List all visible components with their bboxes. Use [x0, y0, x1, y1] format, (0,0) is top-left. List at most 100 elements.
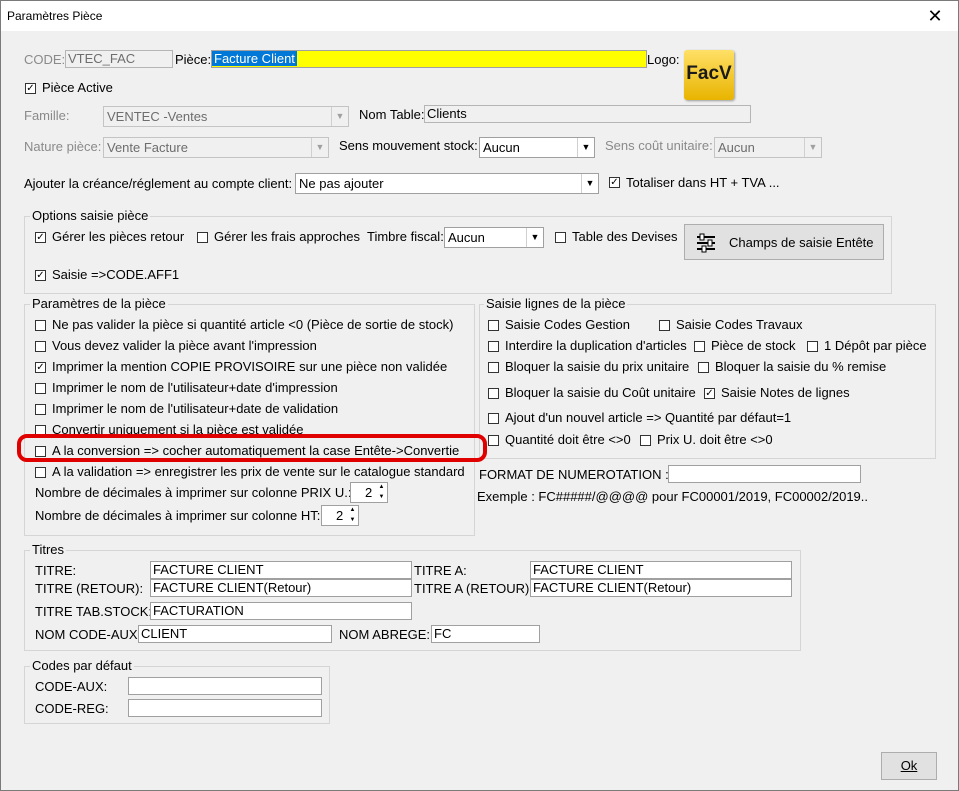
code-field[interactable]: VTEC_FAC: [65, 50, 173, 68]
sens-cout-value: Aucun: [718, 140, 755, 155]
piece-active-checkbox[interactable]: ✓: [25, 83, 36, 94]
nature-value: Vente Facture: [107, 140, 188, 155]
codes-travaux-label: Saisie Codes Travaux: [676, 317, 803, 332]
notes-lignes-label: Saisie Notes de lignes: [721, 385, 850, 400]
nature-select[interactable]: Vente Facture ▼: [103, 137, 329, 158]
timbre-label: Timbre fiscal:: [367, 229, 444, 244]
param-checkbox-5[interactable]: [35, 404, 46, 415]
saisie-lignes-group-label: Saisie lignes de la pièce: [484, 296, 628, 311]
nom-abrege-field[interactable]: FC: [431, 625, 540, 643]
param-label-3: Imprimer la mention COPIE PROVISOIRE sur…: [52, 359, 448, 374]
timbre-select[interactable]: Aucun ▼: [444, 227, 544, 248]
spin-down-icon[interactable]: ▼: [376, 493, 387, 502]
interdire-dup-checkbox[interactable]: [488, 341, 499, 352]
numerotation-example: Exemple : FC#####/@@@@ pour FC00001/2019…: [477, 489, 869, 504]
spin-up-icon[interactable]: ▲: [376, 483, 387, 492]
param-label-8: A la validation => enregistrer les prix …: [52, 464, 465, 479]
ajouter-value: Ne pas ajouter: [299, 176, 384, 191]
notes-lignes-checkbox[interactable]: ✓: [704, 388, 715, 399]
logo-label: Logo:: [647, 52, 680, 67]
close-button[interactable]: ✕: [912, 1, 958, 31]
ajouter-label: Ajouter la créance/réglement au compte c…: [24, 176, 293, 191]
titre-field[interactable]: FACTURE CLIENT: [150, 561, 412, 579]
un-depot-label: 1 Dépôt par pièce: [824, 338, 927, 353]
quantite-nonzero-checkbox[interactable]: [488, 435, 499, 446]
famille-select[interactable]: VENTEC -Ventes ▼: [103, 106, 349, 127]
ok-label: Ok: [900, 758, 918, 773]
ajouter-select[interactable]: Ne pas ajouter ▼: [295, 173, 599, 194]
code-aux-field[interactable]: [128, 677, 322, 695]
tab-stock-field[interactable]: FACTURATION: [150, 602, 412, 620]
codes-defaut-group-label: Codes par défaut: [30, 658, 134, 673]
sens-stock-label: Sens mouvement stock:: [339, 138, 478, 153]
quantite-nonzero-label: Quantité doit être <>0: [505, 432, 631, 447]
param-checkbox-2[interactable]: [35, 341, 46, 352]
bloquer-prix-checkbox[interactable]: [488, 362, 499, 373]
nom-table-field[interactable]: Clients: [424, 105, 751, 123]
codes-travaux-checkbox[interactable]: [659, 320, 670, 331]
dec-prix-label: Nombre de décimales à imprimer sur colon…: [35, 485, 352, 500]
logo-image[interactable]: FacV: [684, 50, 734, 100]
totaliser-checkbox[interactable]: ✓: [609, 177, 620, 188]
codes-gestion-label: Saisie Codes Gestion: [505, 317, 631, 332]
un-depot-checkbox[interactable]: [807, 341, 818, 352]
famille-value: VENTEC -Ventes: [107, 109, 208, 124]
ajout-article-checkbox[interactable]: [488, 413, 499, 424]
spin-up-icon[interactable]: ▲: [347, 506, 358, 515]
param-checkbox-3[interactable]: ✓: [35, 362, 46, 373]
table-devises-checkbox[interactable]: [555, 232, 566, 243]
sens-stock-select[interactable]: Aucun ▼: [479, 137, 595, 158]
bloquer-remise-checkbox[interactable]: [698, 362, 709, 373]
sens-stock-value: Aucun: [483, 140, 520, 155]
tab-stock-label: TITRE TAB.STOCK:: [35, 604, 153, 619]
param-checkbox-8[interactable]: [35, 467, 46, 478]
chevron-down-icon: ▼: [581, 174, 598, 193]
ok-button[interactable]: Ok: [881, 752, 937, 780]
timbre-value: Aucun: [448, 230, 485, 245]
titre-retour-field[interactable]: FACTURE CLIENT(Retour): [150, 579, 412, 597]
code-label: CODE:: [24, 52, 66, 67]
gerer-retour-label: Gérer les pièces retour: [52, 229, 185, 244]
champs-saisie-label: Champs de saisie Entête: [729, 235, 874, 250]
prix-nonzero-checkbox[interactable]: [640, 435, 651, 446]
piece-selected-text: Facture Client: [212, 51, 297, 66]
nom-table-label: Nom Table:: [359, 107, 425, 122]
dec-prix-spinner[interactable]: 2 ▲ ▼: [350, 482, 388, 503]
sens-cout-select[interactable]: Aucun ▼: [714, 137, 822, 158]
titre-a-label: TITRE A:: [414, 563, 467, 578]
spin-down-icon[interactable]: ▼: [347, 516, 358, 525]
titre-retour-label: TITRE (RETOUR):: [35, 581, 144, 596]
nom-code-aux-field[interactable]: CLIENT: [138, 625, 332, 643]
codes-gestion-checkbox[interactable]: [488, 320, 499, 331]
bloquer-cout-checkbox[interactable]: [488, 388, 499, 399]
saisie-aff-checkbox[interactable]: ✓: [35, 270, 46, 281]
param-checkbox-1[interactable]: [35, 320, 46, 331]
titres-group-label: Titres: [30, 542, 67, 557]
titre-a-retour-field[interactable]: FACTURE CLIENT(Retour): [530, 579, 792, 597]
param-label-2: Vous devez valider la pièce avant l'impr…: [52, 338, 317, 353]
piece-stock-checkbox[interactable]: [694, 341, 705, 352]
options-group-label: Options saisie pièce: [30, 208, 151, 223]
sens-cout-label: Sens coût unitaire:: [605, 138, 713, 153]
param-checkbox-4[interactable]: [35, 383, 46, 394]
famille-label: Famille:: [24, 108, 70, 123]
gerer-frais-checkbox[interactable]: [197, 232, 208, 243]
titre-a-field[interactable]: FACTURE CLIENT: [530, 561, 792, 579]
numerotation-field[interactable]: [668, 465, 861, 483]
title-bar: Paramètres Pièce ✕: [1, 1, 958, 31]
param-label-1: Ne pas valider la pièce si quantité arti…: [52, 317, 454, 332]
gerer-frais-label: Gérer les frais approches: [214, 229, 360, 244]
nature-label: Nature pièce:: [24, 139, 102, 154]
param-label-5: Imprimer le nom de l'utilisateur+date de…: [52, 401, 339, 416]
chevron-down-icon: ▼: [526, 228, 543, 247]
dec-ht-spinner[interactable]: 2 ▲ ▼: [321, 505, 359, 526]
code-reg-label: CODE-REG:: [35, 701, 109, 716]
piece-field[interactable]: Facture Client: [211, 50, 647, 68]
titre-a-retour-label: TITRE A (RETOUR):: [414, 581, 533, 596]
code-reg-field[interactable]: [128, 699, 322, 717]
numerotation-label: FORMAT DE NUMEROTATION :: [479, 467, 669, 482]
totaliser-label: Totaliser dans HT + TVA ...: [626, 175, 780, 190]
champs-saisie-button[interactable]: Champs de saisie Entête: [684, 224, 884, 260]
piece-label: Pièce:: [175, 52, 212, 67]
gerer-retour-checkbox[interactable]: ✓: [35, 232, 46, 243]
